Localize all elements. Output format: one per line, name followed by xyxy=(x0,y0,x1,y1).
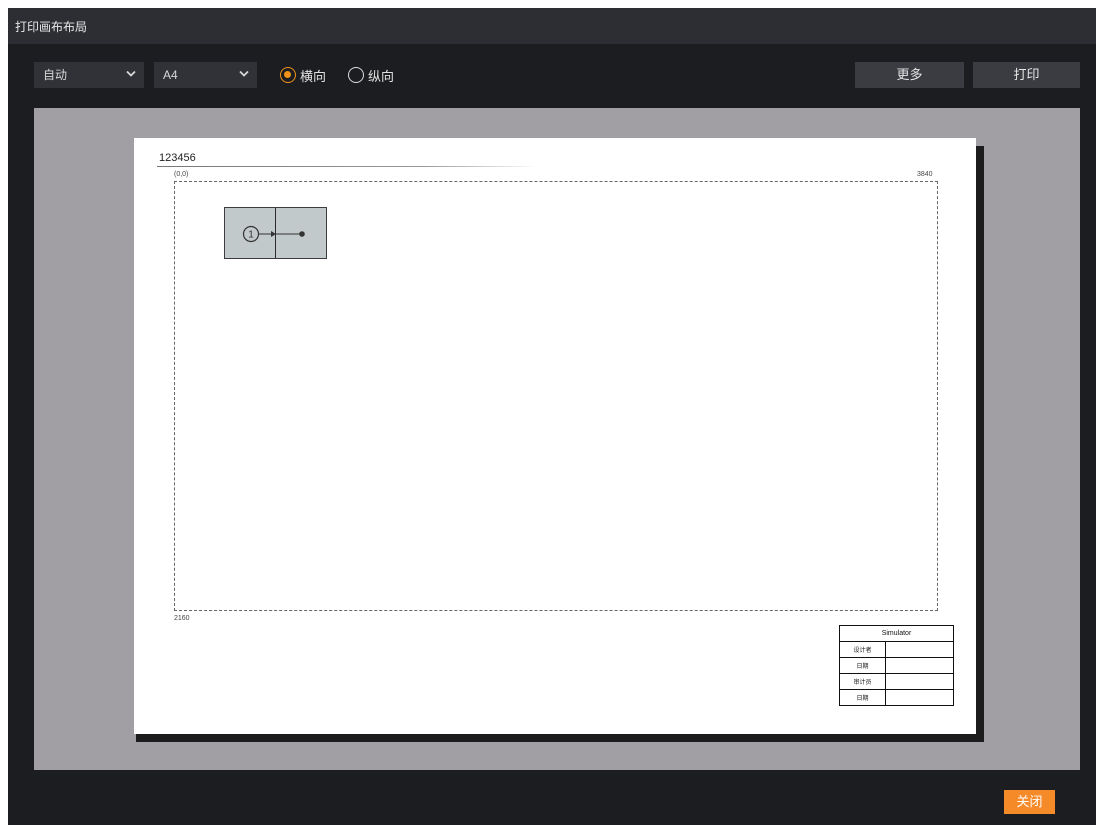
portrait-radio[interactable]: 纵向 xyxy=(348,66,394,84)
radio-checked-icon xyxy=(280,67,296,83)
window-title: 打印画布布局 xyxy=(15,20,88,34)
chevron-down-icon xyxy=(126,70,136,77)
paper-size-select[interactable]: A4 xyxy=(154,62,257,88)
title-block-header: Simulator xyxy=(839,625,954,642)
scale-select[interactable]: 自动 xyxy=(34,62,144,88)
paper-size-value: A4 xyxy=(163,68,178,82)
scale-select-value: 自动 xyxy=(43,68,68,82)
auditor-label: 审计员 xyxy=(839,673,886,690)
radio-unchecked-icon xyxy=(348,67,364,83)
title-block-table: Simulator 设计者 日期 审计员 日期 xyxy=(839,625,954,706)
block-number: 1 xyxy=(248,230,254,241)
portrait-label: 纵向 xyxy=(368,68,395,84)
toolbar: 自动 A4 横向 纵向 更多 打印 xyxy=(8,44,1096,108)
chevron-down-icon xyxy=(239,70,249,77)
design-date-value xyxy=(885,657,954,674)
audit-date-label: 日期 xyxy=(839,689,886,706)
title-bar: 打印画布布局 xyxy=(8,8,1096,44)
print-button[interactable]: 打印 xyxy=(973,62,1080,88)
canvas-height-label: 2160 xyxy=(174,615,190,622)
designer-value xyxy=(885,641,954,658)
auditor-value xyxy=(885,673,954,690)
design-date-label: 日期 xyxy=(839,657,886,674)
landscape-label: 横向 xyxy=(300,68,327,84)
diagram-block: 1 xyxy=(224,207,327,259)
landscape-radio[interactable]: 横向 xyxy=(280,66,326,84)
more-button[interactable]: 更多 xyxy=(855,62,964,88)
document-title: 123456 xyxy=(159,152,196,164)
block-connector-icon: 1 xyxy=(242,225,305,243)
paper-page: 123456 (0,0) 3840 2160 1 Simulator 设计者 日… xyxy=(134,138,976,734)
title-underline xyxy=(157,166,537,167)
close-button[interactable]: 关闭 xyxy=(1004,790,1055,814)
audit-date-value xyxy=(885,689,954,706)
designer-label: 设计者 xyxy=(839,641,886,658)
canvas-width-label: 3840 xyxy=(917,171,933,178)
origin-label: (0,0) xyxy=(174,171,189,178)
